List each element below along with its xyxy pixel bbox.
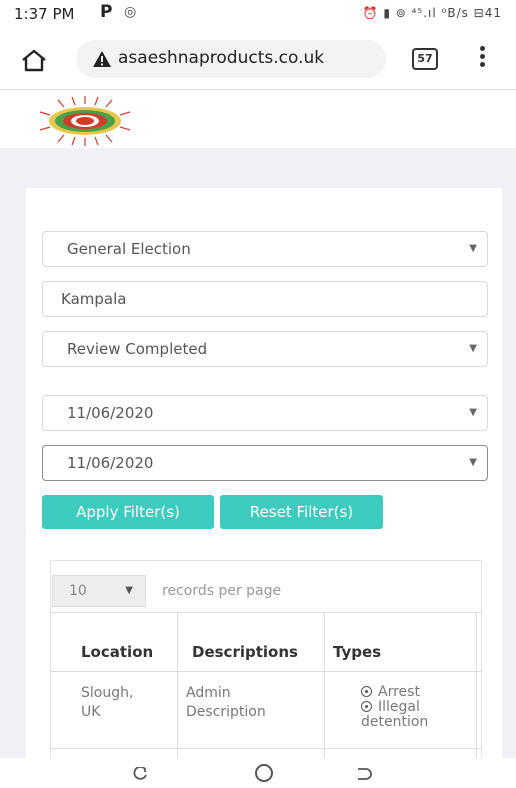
radio-icon bbox=[361, 686, 372, 697]
column-header-location[interactable]: Location bbox=[81, 643, 153, 661]
recent-apps-icon[interactable] bbox=[132, 765, 148, 780]
election-type-select[interactable]: General Election ▼ bbox=[42, 231, 488, 267]
type-item: Arrest bbox=[361, 685, 420, 700]
browser-toolbar: asaeshnaproducts.co.uk 57 bbox=[0, 28, 516, 90]
cell-location-line2: UK bbox=[81, 704, 101, 720]
per-page-value: 10 bbox=[69, 583, 87, 599]
cell-description-line1: Admin bbox=[186, 685, 231, 701]
address-bar[interactable]: asaeshnaproducts.co.uk bbox=[76, 40, 386, 78]
url-text: asaeshnaproducts.co.uk bbox=[118, 48, 325, 68]
status-value: Review Completed bbox=[67, 340, 208, 358]
apply-filters-button[interactable]: Apply Filter(s) bbox=[42, 495, 214, 529]
system-nav-bar bbox=[0, 758, 516, 788]
table-divider bbox=[476, 612, 477, 758]
date-from-select[interactable]: 11/06/2020 ▼ bbox=[42, 395, 488, 431]
column-header-descriptions[interactable]: Descriptions bbox=[192, 643, 298, 661]
sync-icon: ◎ bbox=[124, 4, 137, 20]
column-header-types[interactable]: Types bbox=[333, 643, 381, 661]
table-divider bbox=[50, 748, 482, 749]
records-per-page-select[interactable]: 10 ▼ bbox=[52, 575, 146, 607]
site-header bbox=[0, 90, 516, 148]
table-divider bbox=[177, 612, 178, 758]
status-right-icons: ⏰ ▮ ⊚ ⁴⁵.ıl ⁰B/s ⊟41 bbox=[362, 6, 502, 20]
tabs-icon[interactable]: 57 bbox=[412, 48, 438, 70]
status-bar: 1:37 PM P ◎ ⏰ ▮ ⊚ ⁴⁵.ıl ⁰B/s ⊟41 bbox=[0, 0, 516, 28]
chevron-down-icon: ▼ bbox=[125, 585, 133, 596]
per-page-label: records per page bbox=[162, 583, 282, 599]
type-label: Arrest bbox=[378, 684, 420, 700]
chevron-down-icon: ▼ bbox=[469, 343, 477, 354]
district-input[interactable]: Kampala bbox=[42, 281, 488, 317]
date-from-value: 11/06/2020 bbox=[67, 404, 154, 422]
table-divider bbox=[50, 671, 482, 672]
logo[interactable] bbox=[28, 94, 142, 148]
election-type-value: General Election bbox=[67, 240, 191, 258]
table-divider bbox=[324, 612, 325, 758]
back-icon[interactable] bbox=[356, 766, 372, 780]
home-icon[interactable] bbox=[20, 48, 48, 72]
district-value: Kampala bbox=[61, 290, 127, 308]
chevron-down-icon: ▼ bbox=[469, 243, 477, 254]
more-menu-icon[interactable] bbox=[476, 46, 488, 74]
chevron-down-icon: ▼ bbox=[469, 457, 477, 468]
status-time: 1:37 PM bbox=[14, 5, 75, 23]
radio-icon bbox=[361, 701, 372, 712]
date-to-value: 11/06/2020 bbox=[67, 454, 154, 472]
type-item: Illegal detention bbox=[361, 700, 445, 730]
cell-location-line1: Slough, bbox=[81, 685, 134, 701]
table-divider bbox=[50, 612, 482, 613]
warning-icon[interactable] bbox=[92, 50, 112, 68]
cell-description-line2: Description bbox=[186, 704, 266, 720]
status-select[interactable]: Review Completed ▼ bbox=[42, 331, 488, 367]
date-to-select[interactable]: 11/06/2020 ▼ bbox=[42, 445, 488, 481]
chevron-down-icon: ▼ bbox=[469, 407, 477, 418]
parking-notification-icon: P bbox=[100, 2, 113, 22]
reset-filters-button[interactable]: Reset Filter(s) bbox=[220, 495, 383, 529]
nav-home-icon[interactable] bbox=[255, 764, 273, 782]
